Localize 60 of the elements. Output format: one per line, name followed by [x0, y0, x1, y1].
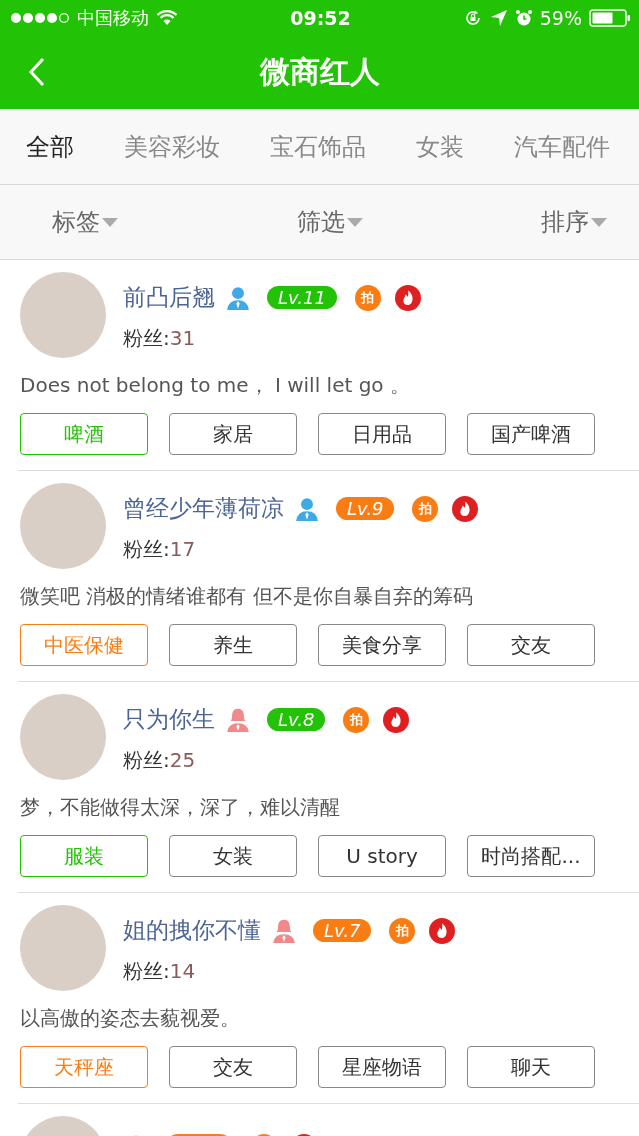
flame-icon: [452, 495, 479, 522]
interest-tag[interactable]: 国产啤酒: [467, 413, 595, 455]
location-arrow-icon: [489, 9, 508, 27]
signal-icon: [10, 12, 70, 24]
wifi-icon: [156, 10, 178, 26]
user-name[interactable]: 只为你生: [123, 704, 215, 735]
fans-count: 25: [169, 748, 196, 772]
auction-badge: 拍: [343, 706, 370, 733]
fans-label: 粉丝:: [123, 537, 170, 561]
flame-icon: [394, 284, 421, 311]
battery-percentage: 59%: [539, 7, 582, 29]
user-bio: Does not belong to me， I will let go 。: [20, 372, 411, 399]
interest-tag[interactable]: 女装: [169, 835, 297, 877]
fans-label: 粉丝:: [123, 748, 170, 772]
interest-tag[interactable]: U story: [318, 835, 446, 877]
fans-count: 31: [169, 326, 196, 350]
interest-tag[interactable]: 美食分享: [318, 624, 446, 666]
flame-icon: [383, 706, 410, 733]
fans-count: 17: [169, 537, 196, 561]
level-badge: Lv.11: [267, 286, 337, 309]
clock-time: 09:52: [290, 7, 351, 29]
filter-dropdown[interactable]: 标签: [52, 206, 118, 238]
user-bio: 梦，不能做得太深，深了，难以清醒: [20, 794, 341, 821]
fans-count: 14: [169, 959, 196, 983]
caret-icon: [591, 218, 607, 228]
fans-label: 粉丝:: [123, 959, 170, 983]
interest-tag[interactable]: 星座物语: [318, 1046, 446, 1088]
user-name[interactable]: 前凸后翘: [123, 282, 215, 313]
interest-tag[interactable]: 时尚搭配...: [467, 835, 595, 877]
fans-label: 粉丝:: [123, 326, 170, 350]
category-tab[interactable]: 汽车配件: [514, 130, 610, 163]
category-tab[interactable]: 全部: [26, 130, 74, 163]
battery-icon: [589, 9, 631, 27]
category-tab[interactable]: 美容彩妆: [124, 130, 220, 163]
flame-icon: [429, 917, 456, 944]
level-badge: Lv.9: [336, 497, 395, 520]
interest-tag[interactable]: 交友: [169, 1046, 297, 1088]
interest-tag[interactable]: 养生: [169, 624, 297, 666]
interest-tag[interactable]: 日用品: [318, 413, 446, 455]
category-tab[interactable]: 宝石饰品: [270, 130, 366, 163]
auction-badge: 拍: [412, 495, 439, 522]
level-badge: Lv.7: [313, 919, 372, 942]
interest-tag[interactable]: 聊天: [467, 1046, 595, 1088]
filter-dropdown[interactable]: 排序: [541, 206, 607, 238]
caret-icon: [346, 218, 363, 228]
alarm-clock-icon: [514, 9, 533, 27]
interest-tag[interactable]: 家居: [169, 413, 297, 455]
level-badge: Lv.8: [267, 708, 326, 731]
interest-tag[interactable]: 交友: [467, 624, 595, 666]
filter-dropdown[interactable]: 筛选: [296, 206, 363, 238]
user-bio: 以高傲的姿态去藐视爱。: [20, 1005, 241, 1032]
caret-icon: [102, 218, 118, 228]
auction-badge: 拍: [389, 917, 416, 944]
user-bio: 微笑吧 消极的情绪谁都有 但不是你自暴自弃的筹码: [20, 583, 474, 610]
category-tab[interactable]: 女装: [416, 130, 464, 163]
carrier-name: 中国移动: [77, 6, 149, 30]
user-name[interactable]: 曾经少年薄荷凉: [123, 493, 284, 524]
auction-badge: 拍: [354, 284, 381, 311]
page-title: 微商红人: [259, 53, 380, 91]
user-name[interactable]: 姐的拽你不懂: [123, 915, 261, 946]
